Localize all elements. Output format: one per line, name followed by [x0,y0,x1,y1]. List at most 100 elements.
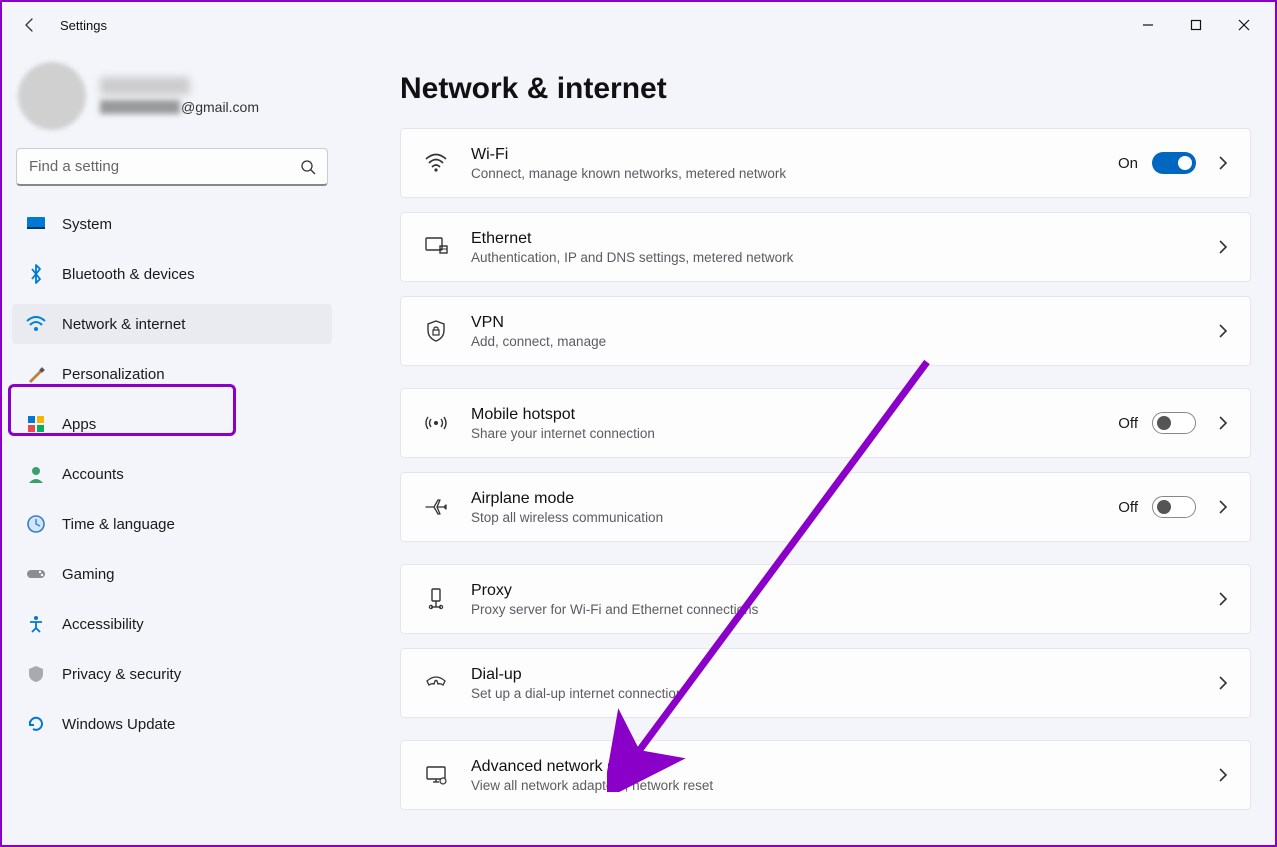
card-subtitle: Connect, manage known networks, metered … [471,166,1118,181]
card-title: Wi-Fi [471,146,1118,164]
back-button[interactable] [10,5,50,45]
sidebar-item-label: Accessibility [62,616,144,633]
minimize-icon [1142,19,1154,31]
wifi-toggle[interactable] [1152,152,1196,174]
airplane-icon [419,496,453,518]
card-subtitle: Stop all wireless communication [471,510,1118,525]
nav-list: System Bluetooth & devices Network & int… [12,204,332,744]
maximize-button[interactable] [1173,9,1219,41]
sidebar-item-accounts[interactable]: Accounts [12,454,332,494]
card-mobile-hotspot[interactable]: Mobile hotspot Share your internet conne… [400,388,1251,458]
sidebar: @gmail.com System Bluetooth & devices Ne… [2,48,342,845]
card-title: Airplane mode [471,490,1118,508]
accessibility-icon [26,614,46,634]
minimize-button[interactable] [1125,9,1171,41]
sidebar-item-privacy[interactable]: Privacy & security [12,654,332,694]
sidebar-item-label: Time & language [62,516,175,533]
wifi-status-text: On [1118,155,1138,172]
chevron-right-icon [1214,238,1232,256]
chevron-right-icon [1214,498,1232,516]
search-wrap [16,148,328,186]
update-icon [26,714,46,734]
card-subtitle: Proxy server for Wi-Fi and Ethernet conn… [471,602,1214,617]
search-icon [300,159,316,175]
hotspot-toggle[interactable] [1152,412,1196,434]
sidebar-item-bluetooth[interactable]: Bluetooth & devices [12,254,332,294]
card-subtitle: View all network adapters, network reset [471,778,1214,793]
window-controls [1125,9,1267,41]
card-title: Proxy [471,582,1214,600]
card-subtitle: Set up a dial-up internet connection [471,686,1214,701]
sidebar-item-label: Privacy & security [62,666,181,683]
profile-email-suffix: @gmail.com [181,99,259,115]
monitor-network-icon [419,764,453,786]
card-ethernet[interactable]: Ethernet Authentication, IP and DNS sett… [400,212,1251,282]
arrow-left-icon [22,17,38,33]
chevron-right-icon [1214,766,1232,784]
sidebar-item-label: Accounts [62,466,124,483]
sidebar-item-network[interactable]: Network & internet [12,304,332,344]
maximize-icon [1190,19,1202,31]
hotspot-status-text: Off [1118,415,1138,432]
profile-email: @gmail.com [100,99,259,115]
sidebar-item-system[interactable]: System [12,204,332,244]
sidebar-item-label: Gaming [62,566,115,583]
gamepad-icon [26,564,46,584]
airplane-toggle[interactable] [1152,496,1196,518]
sidebar-item-time-language[interactable]: Time & language [12,504,332,544]
sidebar-item-label: System [62,216,112,233]
sidebar-item-label: Apps [62,416,96,433]
search-input[interactable] [16,148,328,186]
apps-icon [26,414,46,434]
chevron-right-icon [1214,674,1232,692]
card-title: Advanced network settings [471,758,1214,776]
card-advanced-network-settings[interactable]: Advanced network settings View all netwo… [400,740,1251,810]
sidebar-item-personalization[interactable]: Personalization [12,354,332,394]
airplane-status-text: Off [1118,499,1138,516]
bluetooth-icon [26,264,46,284]
page-heading: Network & internet [400,72,1251,106]
card-title: Dial-up [471,666,1214,684]
card-dial-up[interactable]: Dial-up Set up a dial-up internet connec… [400,648,1251,718]
title-bar: Settings [2,2,1275,48]
shield-icon [26,664,46,684]
wifi-icon [26,314,46,334]
sidebar-item-label: Windows Update [62,716,175,733]
shield-lock-icon [419,319,453,343]
card-proxy[interactable]: Proxy Proxy server for Wi-Fi and Etherne… [400,564,1251,634]
profile-email-redacted [100,100,180,114]
phone-icon [419,673,453,693]
sidebar-item-accessibility[interactable]: Accessibility [12,604,332,644]
wifi-icon [419,153,453,173]
sidebar-item-label: Bluetooth & devices [62,266,195,283]
card-wifi[interactable]: Wi-Fi Connect, manage known networks, me… [400,128,1251,198]
sidebar-item-gaming[interactable]: Gaming [12,554,332,594]
avatar [18,62,86,130]
profile-block[interactable]: @gmail.com [12,58,332,148]
chevron-right-icon [1214,322,1232,340]
sidebar-item-label: Personalization [62,366,165,383]
card-title: Mobile hotspot [471,406,1118,424]
card-airplane-mode[interactable]: Airplane mode Stop all wireless communic… [400,472,1251,542]
sidebar-item-apps[interactable]: Apps [12,404,332,444]
card-subtitle: Add, connect, manage [471,334,1214,349]
chevron-right-icon [1214,154,1232,172]
card-title: Ethernet [471,230,1214,248]
profile-name-redacted [100,77,190,95]
display-icon [26,214,46,234]
card-title: VPN [471,314,1214,332]
hotspot-icon [419,413,453,433]
main-pane: Network & internet Wi-Fi Connect, manage… [342,48,1275,845]
sidebar-item-label: Network & internet [62,316,185,333]
brush-icon [26,364,46,384]
card-subtitle: Share your internet connection [471,426,1118,441]
profile-text: @gmail.com [100,77,259,115]
app-title: Settings [60,18,107,33]
chevron-right-icon [1214,414,1232,432]
ethernet-icon [419,236,453,258]
card-vpn[interactable]: VPN Add, connect, manage [400,296,1251,366]
sidebar-item-windows-update[interactable]: Windows Update [12,704,332,744]
close-icon [1238,19,1250,31]
close-button[interactable] [1221,9,1267,41]
chevron-right-icon [1214,590,1232,608]
